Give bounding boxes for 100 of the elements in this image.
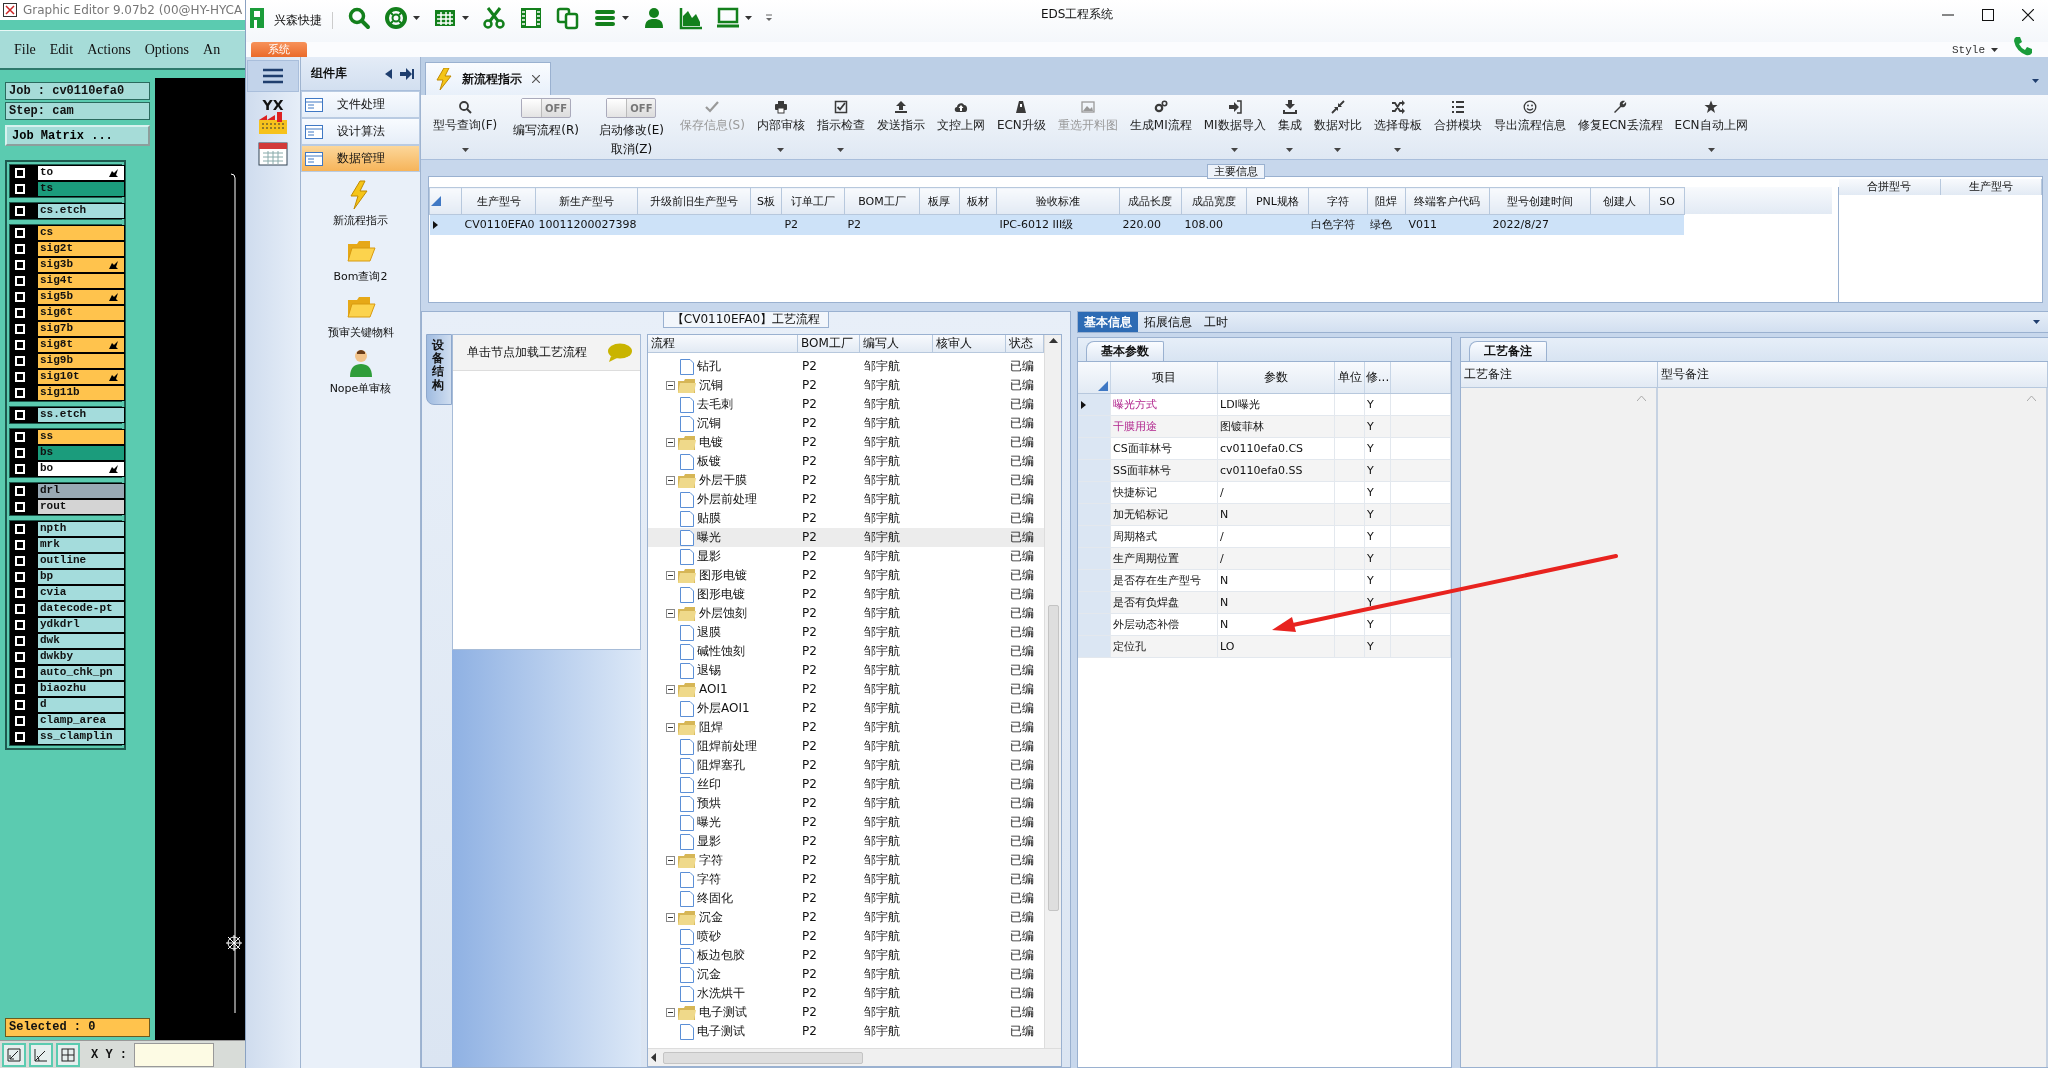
column-header[interactable]: 成品长度 [1119, 187, 1182, 215]
toggle-switch[interactable]: OFF [606, 98, 657, 118]
collapse-toggle-icon[interactable] [666, 856, 675, 865]
layer-checkbox[interactable] [15, 388, 25, 398]
collapse-toggle-icon[interactable] [666, 476, 675, 485]
toggle-switch[interactable]: OFF [521, 98, 572, 118]
menu-item[interactable]: Edit [49, 41, 74, 58]
layer-checkbox[interactable] [15, 700, 25, 710]
select-all-icon[interactable] [431, 196, 441, 206]
collapse-toggle-icon[interactable] [666, 438, 675, 447]
tree-row[interactable]: 电子测试 P2 邹宇航 已编 [648, 1003, 1044, 1022]
layer-name[interactable]: npth [37, 521, 125, 537]
ribbon-button[interactable]: 选择母板 [1367, 95, 1428, 159]
layer-checkbox[interactable] [15, 556, 25, 566]
tool-label[interactable]: 预审关键物料 [327, 325, 394, 340]
layer-name[interactable]: drl [37, 483, 125, 499]
table-row[interactable]: SS面菲林号 cv0110efa0.SS Y [1078, 460, 1451, 482]
tree-row[interactable]: 沉铜 P2 邹宇航 已编 [648, 414, 1044, 433]
table-row[interactable]: 加无铅标记 N Y [1078, 504, 1451, 526]
layer-checkbox[interactable] [15, 540, 25, 550]
layer-checkbox[interactable] [15, 244, 25, 254]
film-icon[interactable] [519, 6, 543, 30]
layer-name[interactable]: dwkby [37, 649, 125, 665]
tree-row[interactable]: 外层前处理 P2 邹宇航 已编 [648, 490, 1044, 509]
layer-name[interactable]: to [37, 165, 125, 181]
tree-row[interactable]: 显影 P2 邹宇航 已编 [648, 832, 1044, 851]
layer-checkbox[interactable] [15, 486, 25, 496]
tree-row[interactable]: 阻焊前处理 P2 邹宇航 已编 [648, 737, 1044, 756]
tree-row[interactable]: 外层AOI1 P2 邹宇航 已编 [648, 699, 1044, 718]
ribbon-button[interactable]: ECN自动上网 [1668, 95, 1754, 159]
tree-row[interactable]: 曝光 P2 邹宇航 已编 [648, 813, 1044, 832]
column-header[interactable]: 项目 [1111, 362, 1218, 393]
measure-button[interactable] [29, 1042, 53, 1067]
layer-checkbox[interactable] [15, 184, 25, 194]
layer-name[interactable]: sig7b [37, 321, 125, 337]
style-menu[interactable]: Style [1952, 44, 1998, 56]
layer-checkbox[interactable] [15, 572, 25, 582]
close-icon[interactable] [2022, 9, 2034, 21]
layer-name[interactable]: ts [37, 181, 125, 197]
tree-row[interactable]: 曝光 P2 邹宇航 已编 [648, 528, 1044, 547]
column-header[interactable]: 型号创建时间 [1489, 187, 1591, 215]
layer-checkbox[interactable] [15, 292, 25, 302]
collapse-toggle-icon[interactable] [666, 609, 675, 618]
person-icon[interactable] [642, 6, 666, 30]
layer-name[interactable]: sig9b [37, 353, 125, 369]
tree-row[interactable]: 外层蚀刻 P2 邹宇航 已编 [648, 604, 1044, 623]
layer-name[interactable]: cvia [37, 585, 125, 601]
tree-row[interactable]: 字符 P2 邹宇航 已编 [648, 870, 1044, 889]
maximize-icon[interactable] [1982, 9, 1994, 21]
close-icon[interactable] [532, 75, 540, 83]
column-header[interactable]: 生产型号 [1940, 179, 2042, 195]
layer-name[interactable]: d [37, 697, 125, 713]
tree-row[interactable]: 电镀 P2 邹宇航 已编 [648, 433, 1044, 452]
collapse-toggle-icon[interactable] [666, 1008, 675, 1017]
layer-checkbox[interactable] [15, 168, 25, 178]
tree-row[interactable]: 水洗烘干 P2 邹宇航 已编 [648, 984, 1044, 1003]
tree-row[interactable]: 沉金 P2 邹宇航 已编 [648, 908, 1044, 927]
layer-checkbox[interactable] [15, 448, 25, 458]
area-chart-icon[interactable] [679, 6, 703, 30]
ribbon-button[interactable]: ECN升级 [990, 95, 1052, 159]
layer-name[interactable]: rout [37, 499, 125, 515]
detail-tab[interactable]: 基本信息 [1078, 312, 1138, 332]
layer-name[interactable]: mrk [37, 537, 125, 553]
tree-row[interactable]: 沉金 P2 邹宇航 已编 [648, 965, 1044, 984]
tree-row[interactable]: 退膜 P2 邹宇航 已编 [648, 623, 1044, 642]
row-header[interactable] [1078, 394, 1111, 415]
layer-name[interactable]: bs [37, 445, 125, 461]
column-header[interactable]: 修... [1365, 362, 1391, 393]
column-header[interactable]: 单位 [1335, 362, 1365, 393]
layer-checkbox[interactable] [15, 604, 25, 614]
menu-item[interactable]: An [203, 41, 221, 58]
column-header[interactable]: 板厚 [919, 187, 960, 215]
grid-button[interactable] [56, 1042, 80, 1067]
layer-name[interactable]: dwk [37, 633, 125, 649]
phone-icon[interactable] [2012, 35, 2034, 57]
menu-item[interactable]: File [14, 41, 36, 58]
tree-row[interactable]: 终固化 P2 邹宇航 已编 [648, 889, 1044, 908]
tree-row[interactable]: 阻焊塞孔 P2 邹宇航 已编 [648, 756, 1044, 775]
layer-checkbox[interactable] [15, 410, 25, 420]
library-item[interactable]: 设计算法 [301, 118, 420, 145]
menu-button[interactable] [247, 60, 299, 92]
tree-row[interactable]: 图形电镀 P2 邹宇航 已编 [648, 566, 1044, 585]
coordinates-field[interactable] [134, 1042, 214, 1067]
pin-icon[interactable] [400, 67, 414, 80]
layer-name[interactable]: clamp_area [37, 713, 125, 729]
graphics-canvas[interactable] [155, 78, 245, 1040]
layer-checkbox[interactable] [15, 732, 25, 742]
column-header[interactable]: 升级前旧生产型号 [637, 187, 751, 215]
detail-tab[interactable]: 拓展信息 [1138, 312, 1198, 332]
column-header[interactable]: 参数 [1218, 362, 1335, 393]
layer-checkbox[interactable] [15, 502, 25, 512]
column-header[interactable]: 订单工厂 [781, 187, 845, 215]
layer-name[interactable]: outline [37, 553, 125, 569]
layer-checkbox[interactable] [15, 228, 25, 238]
column-header[interactable]: 核审人 [933, 335, 1006, 352]
layer-checkbox[interactable] [15, 260, 25, 270]
column-header[interactable]: 合拼型号 [1839, 179, 1941, 195]
layer-name[interactable]: ydkdrl [37, 617, 125, 633]
tool-label[interactable]: 新流程指示 [333, 213, 388, 228]
tree-row[interactable]: 去毛刺 P2 邹宇航 已编 [648, 395, 1044, 414]
